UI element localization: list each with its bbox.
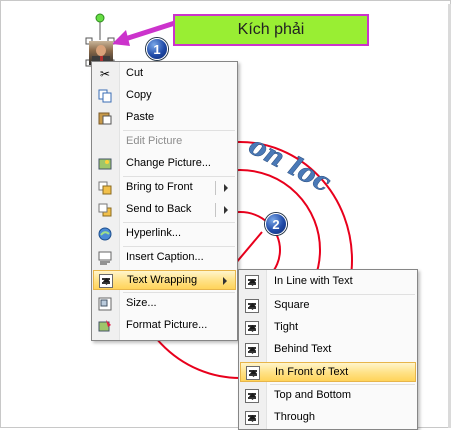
submenu-arrow-icon[interactable] bbox=[224, 206, 228, 214]
wrap-option-square-label: Square bbox=[274, 299, 310, 311]
callout-box: Kích phải bbox=[173, 14, 369, 46]
menu-separator bbox=[123, 292, 235, 293]
copy-icon bbox=[97, 88, 113, 104]
menu-item-format-picture[interactable]: Format Picture... bbox=[93, 316, 236, 336]
callout-arrow bbox=[121, 19, 179, 43]
menu-item-bring-to-front-label: Bring to Front bbox=[126, 181, 193, 193]
menu-item-edit-picture-label: Edit Picture bbox=[126, 135, 183, 147]
menu-separator bbox=[270, 384, 415, 385]
top-bottom-wrap-icon bbox=[244, 388, 260, 404]
wrap-option-square[interactable]: Square bbox=[240, 296, 416, 316]
wrap-option-inline-label: In Line with Text bbox=[274, 275, 353, 287]
wrap-option-through[interactable]: Through bbox=[240, 408, 416, 428]
step-badge-2-label: 2 bbox=[272, 216, 280, 232]
wrap-option-in-front-of-text[interactable]: In Front of Text bbox=[240, 362, 416, 382]
menu-item-send-to-back-label: Send to Back bbox=[126, 203, 192, 215]
menu-item-edit-picture: Edit Picture bbox=[93, 132, 236, 152]
wrap-option-behind-text-label: Behind Text bbox=[274, 343, 332, 355]
menu-separator bbox=[123, 130, 235, 131]
menu-item-cut-label: Cut bbox=[126, 67, 144, 79]
wrap-option-top-and-bottom-label: Top and Bottom bbox=[274, 389, 352, 401]
picture-face bbox=[96, 45, 106, 56]
rotate-handle[interactable] bbox=[95, 13, 105, 23]
menu-item-insert-caption-label: Insert Caption... bbox=[126, 251, 204, 263]
menu-split-divider bbox=[215, 181, 216, 195]
change-picture-icon bbox=[97, 156, 113, 172]
menu-item-size[interactable]: Size... bbox=[93, 294, 236, 314]
menu-item-copy-label: Copy bbox=[126, 89, 152, 101]
menu-item-hyperlink-label: Hyperlink... bbox=[126, 227, 182, 239]
text-wrapping-submenu: In Line with Text Square Tight Behind Te… bbox=[238, 269, 418, 430]
menu-split-divider bbox=[215, 203, 216, 217]
hyperlink-icon bbox=[97, 226, 113, 242]
wrap-option-behind-text[interactable]: Behind Text bbox=[240, 340, 416, 360]
scissors-icon: ✂ bbox=[99, 67, 111, 81]
menu-separator bbox=[270, 294, 415, 295]
menu-item-paste-label: Paste bbox=[126, 111, 155, 123]
inline-wrap-icon bbox=[244, 274, 260, 290]
menu-item-paste[interactable]: Paste bbox=[93, 108, 236, 128]
menu-separator bbox=[123, 246, 235, 247]
menu-item-size-label: Size... bbox=[126, 297, 157, 309]
menu-item-bring-to-front[interactable]: Bring to Front bbox=[93, 178, 236, 198]
step-badge-1: 1 bbox=[146, 38, 168, 60]
callout-arrowhead bbox=[112, 30, 130, 46]
submenu-arrow-icon[interactable] bbox=[224, 184, 228, 192]
menu-item-format-picture-label: Format Picture... bbox=[126, 319, 208, 331]
text-wrapping-icon bbox=[98, 273, 114, 289]
submenu-arrow-icon bbox=[223, 277, 227, 285]
bring-to-front-icon bbox=[97, 180, 113, 196]
wrap-option-in-front-of-text-label: In Front of Text bbox=[275, 366, 349, 378]
insert-caption-icon bbox=[97, 250, 113, 266]
menu-item-change-picture[interactable]: Change Picture... bbox=[93, 154, 236, 174]
menu-item-text-wrapping-label: Text Wrapping bbox=[127, 274, 198, 286]
paste-icon bbox=[97, 110, 113, 126]
format-picture-icon bbox=[97, 318, 113, 334]
callout-text: Kích phải bbox=[237, 21, 305, 38]
behind-text-wrap-icon bbox=[244, 342, 260, 358]
wrap-option-through-label: Through bbox=[274, 411, 315, 423]
menu-item-change-picture-label: Change Picture... bbox=[126, 157, 211, 169]
picture-context-menu: ✂ Cut Copy Paste Edit Picture Change Pic… bbox=[91, 61, 238, 341]
wrap-option-tight[interactable]: Tight bbox=[240, 318, 416, 338]
through-wrap-icon bbox=[244, 410, 260, 426]
tight-wrap-icon bbox=[244, 320, 260, 336]
menu-item-text-wrapping[interactable]: Text Wrapping bbox=[93, 270, 236, 290]
wordart-text: on loc bbox=[243, 131, 335, 199]
menu-separator bbox=[123, 222, 235, 223]
square-wrap-icon bbox=[244, 298, 260, 314]
size-icon bbox=[97, 296, 113, 312]
wrap-option-tight-label: Tight bbox=[274, 321, 299, 333]
step-badge-2: 2 bbox=[265, 213, 287, 235]
in-front-wrap-icon bbox=[245, 365, 261, 381]
step-badge-1-label: 1 bbox=[153, 41, 161, 57]
menu-item-send-to-back[interactable]: Send to Back bbox=[93, 200, 236, 220]
send-to-back-icon bbox=[97, 202, 113, 218]
menu-item-cut[interactable]: ✂ Cut bbox=[93, 64, 236, 84]
menu-item-insert-caption[interactable]: Insert Caption... bbox=[93, 248, 236, 268]
menu-item-hyperlink[interactable]: Hyperlink... bbox=[93, 224, 236, 244]
wrap-option-top-and-bottom[interactable]: Top and Bottom bbox=[240, 386, 416, 406]
menu-separator bbox=[123, 176, 235, 177]
menu-item-copy[interactable]: Copy bbox=[93, 86, 236, 106]
wrap-option-inline[interactable]: In Line with Text bbox=[240, 272, 416, 292]
